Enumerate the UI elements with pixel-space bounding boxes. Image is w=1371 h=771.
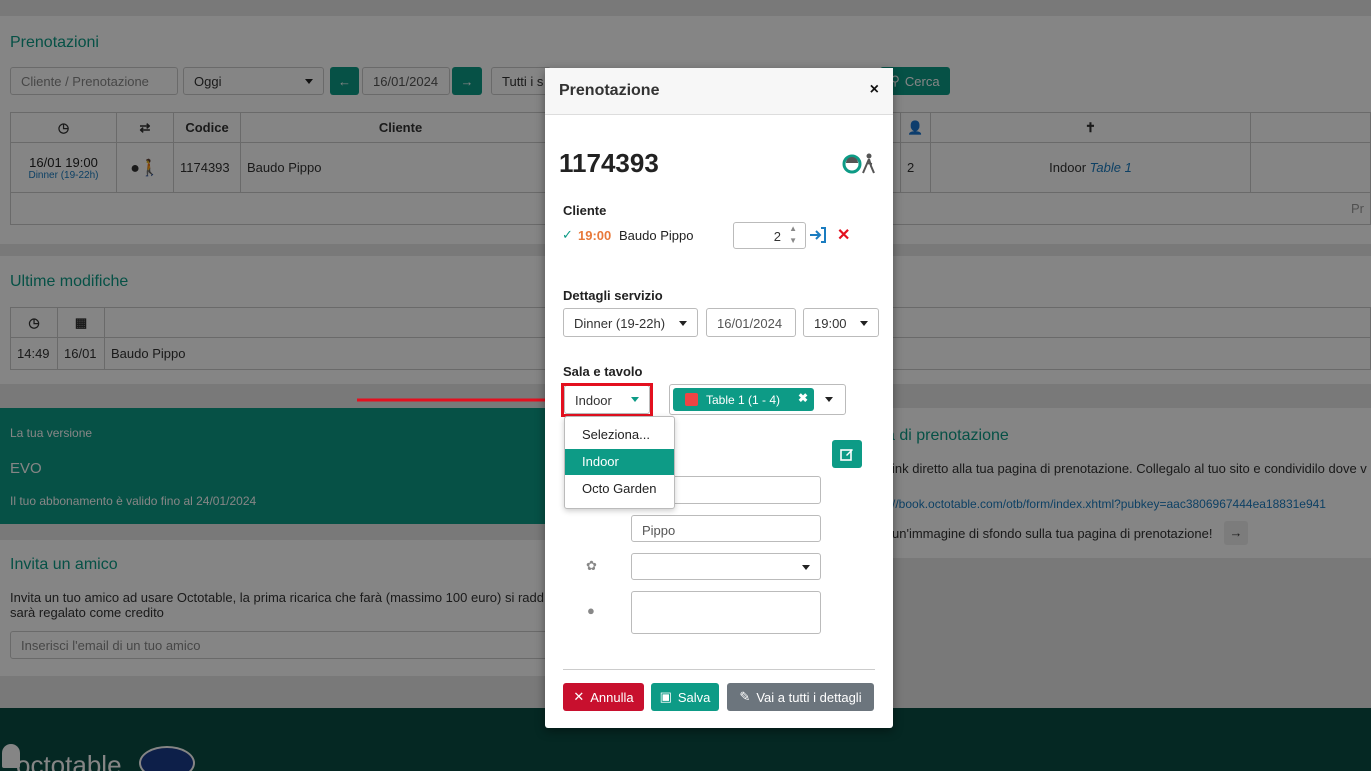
- edit-icon: [840, 449, 853, 461]
- chevron-down-icon: [860, 321, 868, 326]
- arrival-time: 19:00: [578, 228, 612, 243]
- comment-icon: ●: [587, 603, 595, 618]
- edit-icon: ✎: [739, 689, 751, 704]
- client-name: Baudo Pippo: [619, 228, 694, 243]
- reservation-code: 1174393: [559, 148, 659, 178]
- people-value: 2: [773, 229, 781, 244]
- table-tag[interactable]: Table 1 (1 - 4) ✖: [673, 388, 814, 411]
- all-details-button[interactable]: ✎ Vai a tutti i dettagli: [727, 683, 874, 711]
- sign-in-icon[interactable]: [808, 224, 828, 246]
- chevron-down-icon: [825, 397, 833, 402]
- room-option-octo-garden[interactable]: Octo Garden: [565, 476, 674, 502]
- client-section-label: Cliente: [563, 203, 607, 218]
- close-icon: ✕: [573, 689, 585, 704]
- table-tag-label: Table 1 (1 - 4): [706, 393, 781, 407]
- stepper-up-icon[interactable]: ▲: [789, 224, 797, 233]
- allergies-select[interactable]: [631, 553, 821, 580]
- table-multiselect[interactable]: Table 1 (1 - 4) ✖: [669, 384, 846, 415]
- check-icon: ✓: [562, 227, 573, 242]
- walk-in-icon: [841, 151, 879, 175]
- cancel-button-label: Annulla: [590, 689, 634, 705]
- modal-title: Prenotazione: [559, 82, 660, 99]
- floppy-icon: ▣: [659, 689, 672, 704]
- room-option-select[interactable]: Seleziona...: [565, 422, 674, 448]
- room-section-label: Sala e tavolo: [563, 364, 643, 379]
- chevron-down-icon: [679, 321, 687, 326]
- annotation-arrow: [357, 394, 562, 406]
- room-dropdown-menu: Seleziona... Indoor Octo Garden: [564, 416, 675, 509]
- edit-client-button[interactable]: [832, 440, 862, 468]
- footer-divider: [563, 669, 875, 670]
- service-date-input[interactable]: 16/01/2024: [706, 308, 796, 337]
- chevron-down-icon: [802, 565, 810, 570]
- all-details-button-label: Vai a tutti i dettagli: [756, 689, 862, 705]
- remove-client-icon[interactable]: ✕: [837, 225, 850, 245]
- time-select-value: 19:00: [814, 316, 847, 331]
- save-button-label: Salva: [677, 689, 711, 705]
- stepper-down-icon[interactable]: ▼: [789, 236, 797, 245]
- notes-textarea[interactable]: [631, 591, 821, 634]
- table-color-swatch: [685, 393, 698, 406]
- service-time-select[interactable]: 19:00: [803, 308, 879, 337]
- room-option-indoor[interactable]: Indoor: [565, 449, 674, 475]
- close-icon[interactable]: ×: [870, 81, 879, 99]
- service-select[interactable]: Dinner (19-22h): [563, 308, 698, 337]
- room-select-highlight: [561, 383, 653, 417]
- modal-header: Prenotazione ×: [545, 68, 893, 115]
- remove-table-icon[interactable]: ✖: [798, 391, 808, 405]
- cancel-button[interactable]: ✕ Annulla: [563, 683, 644, 711]
- name-input[interactable]: Pippo: [631, 515, 821, 542]
- save-button[interactable]: ▣ Salva: [651, 683, 719, 711]
- service-section-label: Dettagli servizio: [563, 288, 663, 303]
- service-select-value: Dinner (19-22h): [574, 316, 666, 331]
- allergies-icon: ✿: [586, 558, 597, 573]
- people-stepper[interactable]: 2 ▲ ▼: [733, 222, 806, 249]
- reservation-modal: Prenotazione × 1174393 Cliente ✓ 19:00 B…: [545, 68, 893, 728]
